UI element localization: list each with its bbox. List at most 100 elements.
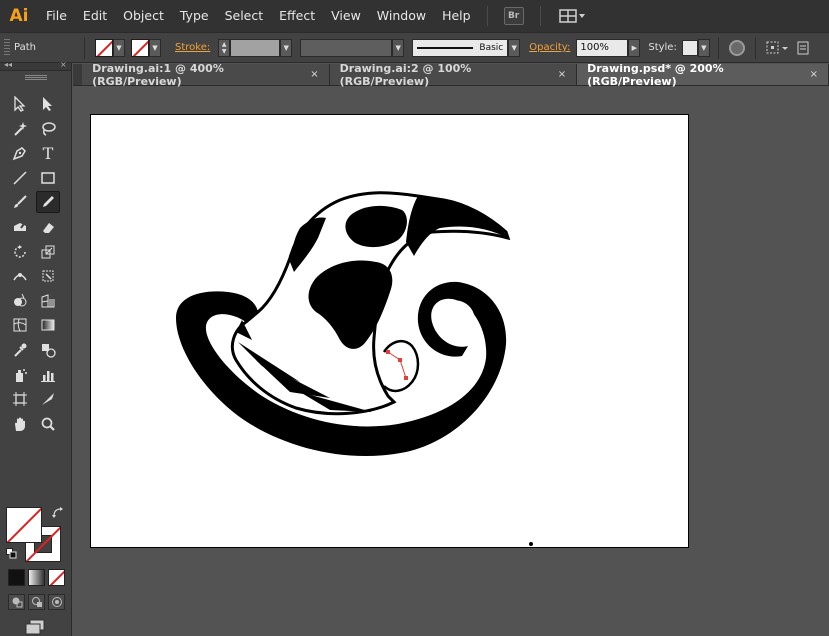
blob-brush-tool-icon[interactable] [8,216,32,238]
magic-wand-tool-icon[interactable] [8,118,32,140]
rotate-tool-icon[interactable] [8,241,32,263]
control-bar: Path ▼ ▼ Stroke: ▲ ▼ ▼ ▼ Basic ▼ Opacity:… [0,32,829,63]
selection-tool-icon[interactable] [8,93,32,115]
control-bar-grip[interactable] [4,38,10,57]
variable-width-profile[interactable] [300,38,393,57]
stroke-weight-dropdown[interactable]: ▼ [280,38,293,57]
artwork-hat-brim [406,196,508,256]
brush-name: Basic [479,42,504,53]
mesh-tool-icon[interactable] [8,314,32,336]
tab-label: Drawing.ai:2 @ 100% (RGB/Preview) [339,61,472,88]
swap-fill-stroke-icon[interactable] [52,507,64,519]
draw-behind-icon[interactable] [28,594,45,610]
transform-icon[interactable] [764,39,790,57]
collapse-icon[interactable]: ◂◂ [4,60,12,69]
opacity-dropdown[interactable]: ▶ [628,38,641,57]
style-dropdown[interactable]: ▼ [697,38,710,57]
none-mode-button[interactable] [48,569,65,586]
paintbrush-tool-icon[interactable] [8,191,32,213]
tab-bar-spacer [73,64,82,85]
hand-tool-icon[interactable] [8,413,32,435]
direct-selection-tool-icon[interactable] [36,93,60,115]
column-graph-tool-icon[interactable] [36,364,60,386]
document-canvas[interactable] [73,87,829,636]
divider [717,36,719,59]
menu-help[interactable]: Help [434,0,479,32]
selection-type-label: Path [14,42,36,53]
opacity-field[interactable]: 100% [576,38,629,57]
menu-effect[interactable]: Effect [271,0,323,32]
arrange-documents-button[interactable] [558,8,587,24]
anchor-point [398,358,402,362]
variable-width-dropdown[interactable]: ▼ [392,38,405,57]
menu-file[interactable]: File [38,0,75,32]
symbol-sprayer-tool-icon[interactable] [8,364,32,386]
opacity-label[interactable]: Opacity: [529,42,570,53]
close-icon[interactable]: × [558,69,566,80]
stroke-weight-stepper[interactable]: ▲ ▼ [218,38,231,57]
menu-edit[interactable]: Edit [75,0,115,32]
free-transform-tool-icon[interactable] [36,265,60,287]
brush-dropdown[interactable]: ▼ [508,38,521,57]
menu-view[interactable]: View [323,0,369,32]
stroke-label[interactable]: Stroke: [175,42,210,53]
type-tool-icon[interactable]: T [36,142,60,164]
eraser-tool-icon[interactable] [36,216,60,238]
menu-window[interactable]: Window [369,0,434,32]
pencil-tool-icon[interactable] [36,191,60,214]
artboard-tool-icon[interactable] [8,388,32,410]
brush-definition[interactable]: Basic [412,38,509,57]
color-mode-row [8,569,65,586]
tab-drawing-ai-1[interactable]: Drawing.ai:1 @ 400% (RGB/Preview) × [82,62,330,88]
close-icon[interactable]: × [310,69,318,80]
artwork-spiral-highlight [439,300,476,347]
artwork[interactable] [73,87,829,636]
fill-color-swatch[interactable] [95,38,113,57]
style-label: Style: [648,42,677,53]
none-slash-icon [49,570,64,585]
tools-panel-grip[interactable] [24,75,47,80]
gradient-mode-button[interactable] [28,569,45,586]
lasso-tool-icon[interactable] [36,118,60,140]
tab-drawing-ai-2[interactable]: Drawing.ai:2 @ 100% (RGB/Preview) × [329,61,578,88]
stroke-weight-field[interactable] [230,38,281,57]
tools-panel-header[interactable]: ◂◂ × [0,60,71,71]
shape-builder-tool-icon[interactable] [8,290,32,312]
document-tab-bar: Drawing.ai:1 @ 400% (RGB/Preview) × Draw… [73,61,829,88]
fill-dropdown[interactable]: ▼ [113,38,125,57]
close-icon[interactable]: × [60,60,67,69]
width-tool-icon[interactable] [8,265,32,287]
menu-select[interactable]: Select [217,0,272,32]
tab-label: Drawing.psd* @ 200% (RGB/Preview) [587,61,724,88]
slice-tool-icon[interactable] [36,388,60,410]
zoom-tool-icon[interactable] [36,413,60,435]
rectangle-tool-icon[interactable] [36,167,60,189]
scale-tool-icon[interactable] [36,241,60,263]
screen-mode-icon[interactable] [24,619,46,635]
eyedropper-tool-icon[interactable] [8,339,32,361]
blend-tool-icon[interactable] [36,339,60,361]
color-mode-button[interactable] [8,569,25,586]
menu-type[interactable]: Type [172,0,217,32]
bridge-button[interactable]: Br [503,7,524,25]
tab-drawing-psd[interactable]: Drawing.psd* @ 200% (RGB/Preview) × [577,61,829,88]
stroke-color-swatch[interactable] [131,38,149,57]
panel-menu-icon[interactable] [796,39,810,57]
menu-object[interactable]: Object [115,0,172,32]
stray-point [529,542,533,546]
default-fill-stroke-icon[interactable] [6,548,17,559]
draw-inside-icon[interactable] [48,594,65,610]
menu-separator [486,6,488,26]
line-segment-tool-icon[interactable] [8,167,32,189]
selected-path [387,351,407,379]
fill-swatch[interactable] [6,507,42,543]
pen-tool-icon[interactable] [8,142,32,164]
gradient-tool-icon[interactable] [36,314,60,336]
stroke-dropdown[interactable]: ▼ [149,38,161,57]
draw-normal-icon[interactable] [8,594,25,610]
perspective-grid-tool-icon[interactable] [36,290,60,312]
divider [754,36,756,59]
document-setup-icon[interactable] [728,39,745,56]
close-icon[interactable]: × [810,69,818,80]
graphic-style-swatch[interactable] [681,39,698,56]
